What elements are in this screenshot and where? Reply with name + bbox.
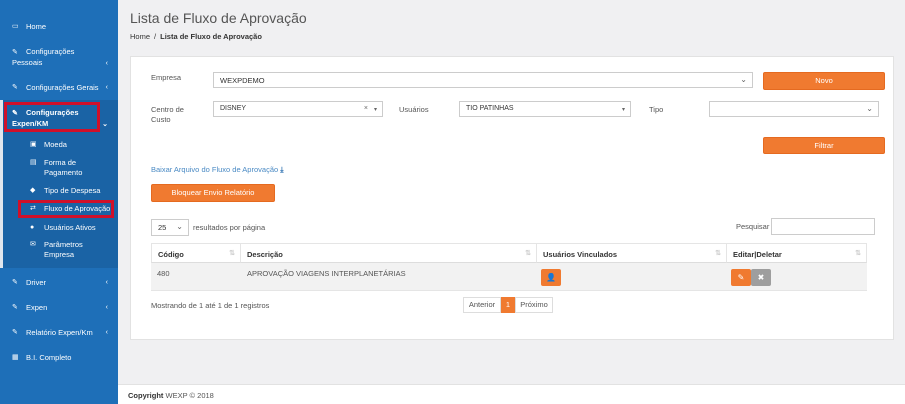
- delete-button[interactable]: ✖: [751, 269, 771, 286]
- column-header-usuarios[interactable]: Usuários Vinculados ⇅: [537, 243, 727, 263]
- tag-icon: ◆: [30, 187, 36, 194]
- cell-codigo: 480: [151, 263, 241, 291]
- usuarios-select[interactable]: TIO PATINHAS ▾: [459, 101, 631, 117]
- novo-button[interactable]: Novo: [763, 72, 885, 90]
- copyright-text: WEXP © 2018: [165, 391, 214, 400]
- sort-icon: ⇅: [229, 250, 235, 257]
- pagination-next[interactable]: Próximo: [515, 297, 553, 313]
- edit-icon: ✎: [12, 279, 18, 286]
- monitor-icon: ▭: [12, 23, 19, 30]
- chevron-down-icon: ⌄: [176, 222, 183, 231]
- chevron-down-icon: ⌄: [740, 75, 747, 84]
- edit-button[interactable]: ✎: [731, 269, 751, 286]
- column-header-descricao[interactable]: Descrição ⇅: [241, 243, 537, 263]
- chevron-down-icon: ⌄: [102, 121, 108, 128]
- chevron-left-icon: ‹: [105, 84, 108, 91]
- pagination-info: Mostrando de 1 até 1 de 1 registros: [151, 301, 270, 310]
- breadcrumb-home[interactable]: Home: [130, 32, 150, 41]
- column-header-editar-deletar[interactable]: Editar|Deletar ⇅: [727, 243, 867, 263]
- highlight-box: [18, 200, 114, 218]
- search-label: Pesquisar: [736, 222, 770, 231]
- sidebar-item-config-pessoais[interactable]: ✎ Configurações Pessoais ‹: [0, 47, 118, 68]
- chevron-left-icon: ‹: [105, 60, 108, 67]
- caret-down-icon: ▾: [621, 107, 625, 113]
- page-size-select[interactable]: 25 ⌄: [151, 219, 189, 236]
- chevron-down-icon: ⌄: [866, 104, 873, 113]
- sidebar-item-label: Parâmetros Empresa: [44, 240, 83, 259]
- sidebar-item-label: Tipo de Despesa: [44, 186, 101, 195]
- tipo-select[interactable]: ⌄: [709, 101, 879, 117]
- main-panel: Empresa WEXPDEMO ⌄ Novo Centro de Custo …: [130, 56, 894, 340]
- sidebar-item-label: Relatório Expen/Km: [26, 328, 93, 337]
- view-users-button[interactable]: 👤: [541, 269, 561, 286]
- sidebar: ▭ Home ✎ Configurações Pessoais ‹ ✎ Confi…: [0, 0, 118, 404]
- search-input[interactable]: [771, 218, 875, 235]
- sidebar-item-usuarios-ativos[interactable]: ● Usuários Ativos: [0, 223, 118, 233]
- chevron-left-icon: ‹: [105, 329, 108, 336]
- pagination-current[interactable]: 1: [501, 297, 515, 313]
- sidebar-item-home[interactable]: ▭ Home: [0, 22, 118, 32]
- sidebar-item-forma-pagamento[interactable]: ▤ Forma de Pagamento: [0, 158, 118, 178]
- caret-down-icon: ▾: [373, 107, 377, 113]
- chevron-left-icon: ‹: [105, 304, 108, 311]
- page-title: Lista de Fluxo de Aprovação: [130, 10, 307, 26]
- cell-descricao: APROVAÇÃO VIAGENS INTERPLANETÁRIAS: [241, 263, 537, 291]
- sidebar-item-moeda[interactable]: ▣ Moeda: [0, 140, 118, 150]
- download-icon: ⤓: [280, 165, 284, 174]
- column-header-codigo[interactable]: Código ⇅: [151, 243, 241, 263]
- edit-icon: ✎: [12, 84, 18, 91]
- filtrar-button[interactable]: Filtrar: [763, 137, 885, 154]
- usuarios-label: Usuários: [399, 105, 429, 114]
- currency-icon: ▣: [30, 141, 37, 148]
- cell-usuarios: 👤: [537, 263, 727, 291]
- sidebar-item-label: Usuários Ativos: [44, 223, 96, 232]
- sidebar-item-parametros-empresa[interactable]: ✉ Parâmetros Empresa: [0, 240, 118, 260]
- card-icon: ▤: [30, 159, 37, 166]
- close-icon: ✖: [757, 273, 765, 282]
- sidebar-item-tipo-despesa[interactable]: ◆ Tipo de Despesa: [0, 186, 118, 196]
- download-link[interactable]: Baixar Arquivo do Fluxo de Aprovação ⤓: [151, 165, 284, 175]
- sidebar-item-label: Forma de Pagamento: [44, 158, 83, 177]
- highlight-box: [4, 102, 100, 132]
- edit-icon: ✎: [12, 304, 18, 311]
- sidebar-item-label: Moeda: [44, 140, 67, 149]
- breadcrumb-current: Lista de Fluxo de Aprovação: [160, 32, 262, 41]
- sort-icon: ⇅: [525, 250, 531, 257]
- envelope-icon: ✉: [30, 241, 36, 248]
- empresa-label: Empresa: [151, 73, 182, 82]
- centro-custo-select[interactable]: DISNEY × ▾: [213, 101, 383, 117]
- sort-icon: ⇅: [855, 250, 861, 257]
- sidebar-item-expen[interactable]: ✎ Expen ‹: [0, 303, 118, 313]
- sidebar-item-label: B.I. Completo: [26, 353, 72, 362]
- edit-icon: ✎: [12, 329, 18, 336]
- user-icon: 👤: [546, 273, 556, 282]
- sidebar-item-config-gerais[interactable]: ✎ Configurações Gerais ‹: [0, 83, 118, 93]
- copyright-label: Copyright: [128, 391, 164, 400]
- sidebar-item-label: Driver: [26, 278, 46, 287]
- centro-custo-label: Centro de Custo: [151, 105, 184, 124]
- cell-actions: ✎ ✖: [727, 263, 867, 291]
- page-size-label: resultados por página: [193, 223, 266, 232]
- sort-icon: ⇅: [715, 250, 721, 257]
- breadcrumb: Home / Lista de Fluxo de Aprovação: [130, 32, 262, 41]
- edit-icon: ✎: [12, 49, 18, 56]
- sidebar-item-label: Configurações Gerais: [26, 83, 99, 92]
- breadcrumb-separator: /: [154, 32, 157, 41]
- tipo-label: Tipo: [649, 105, 664, 114]
- bloquear-envio-button[interactable]: Bloquear Envio Relatório: [151, 184, 275, 202]
- pagination-prev[interactable]: Anterior: [463, 297, 501, 313]
- sidebar-item-driver[interactable]: ✎ Driver ‹: [0, 278, 118, 288]
- chevron-left-icon: ‹: [105, 279, 108, 286]
- sidebar-item-relatorio[interactable]: ✎ Relatório Expen/Km ‹: [0, 328, 118, 338]
- sidebar-item-label: Expen: [26, 303, 48, 312]
- sidebar-item-label: Home: [26, 22, 47, 31]
- grid-icon: ▦: [12, 354, 19, 361]
- sidebar-item-bi[interactable]: ▦ B.I. Completo: [0, 353, 118, 363]
- user-icon: ●: [30, 224, 35, 231]
- clear-icon[interactable]: ×: [364, 105, 368, 112]
- footer: Copyright WEXP © 2018: [118, 384, 905, 404]
- empresa-select[interactable]: WEXPDEMO ⌄: [213, 72, 753, 88]
- edit-icon: ✎: [737, 273, 745, 282]
